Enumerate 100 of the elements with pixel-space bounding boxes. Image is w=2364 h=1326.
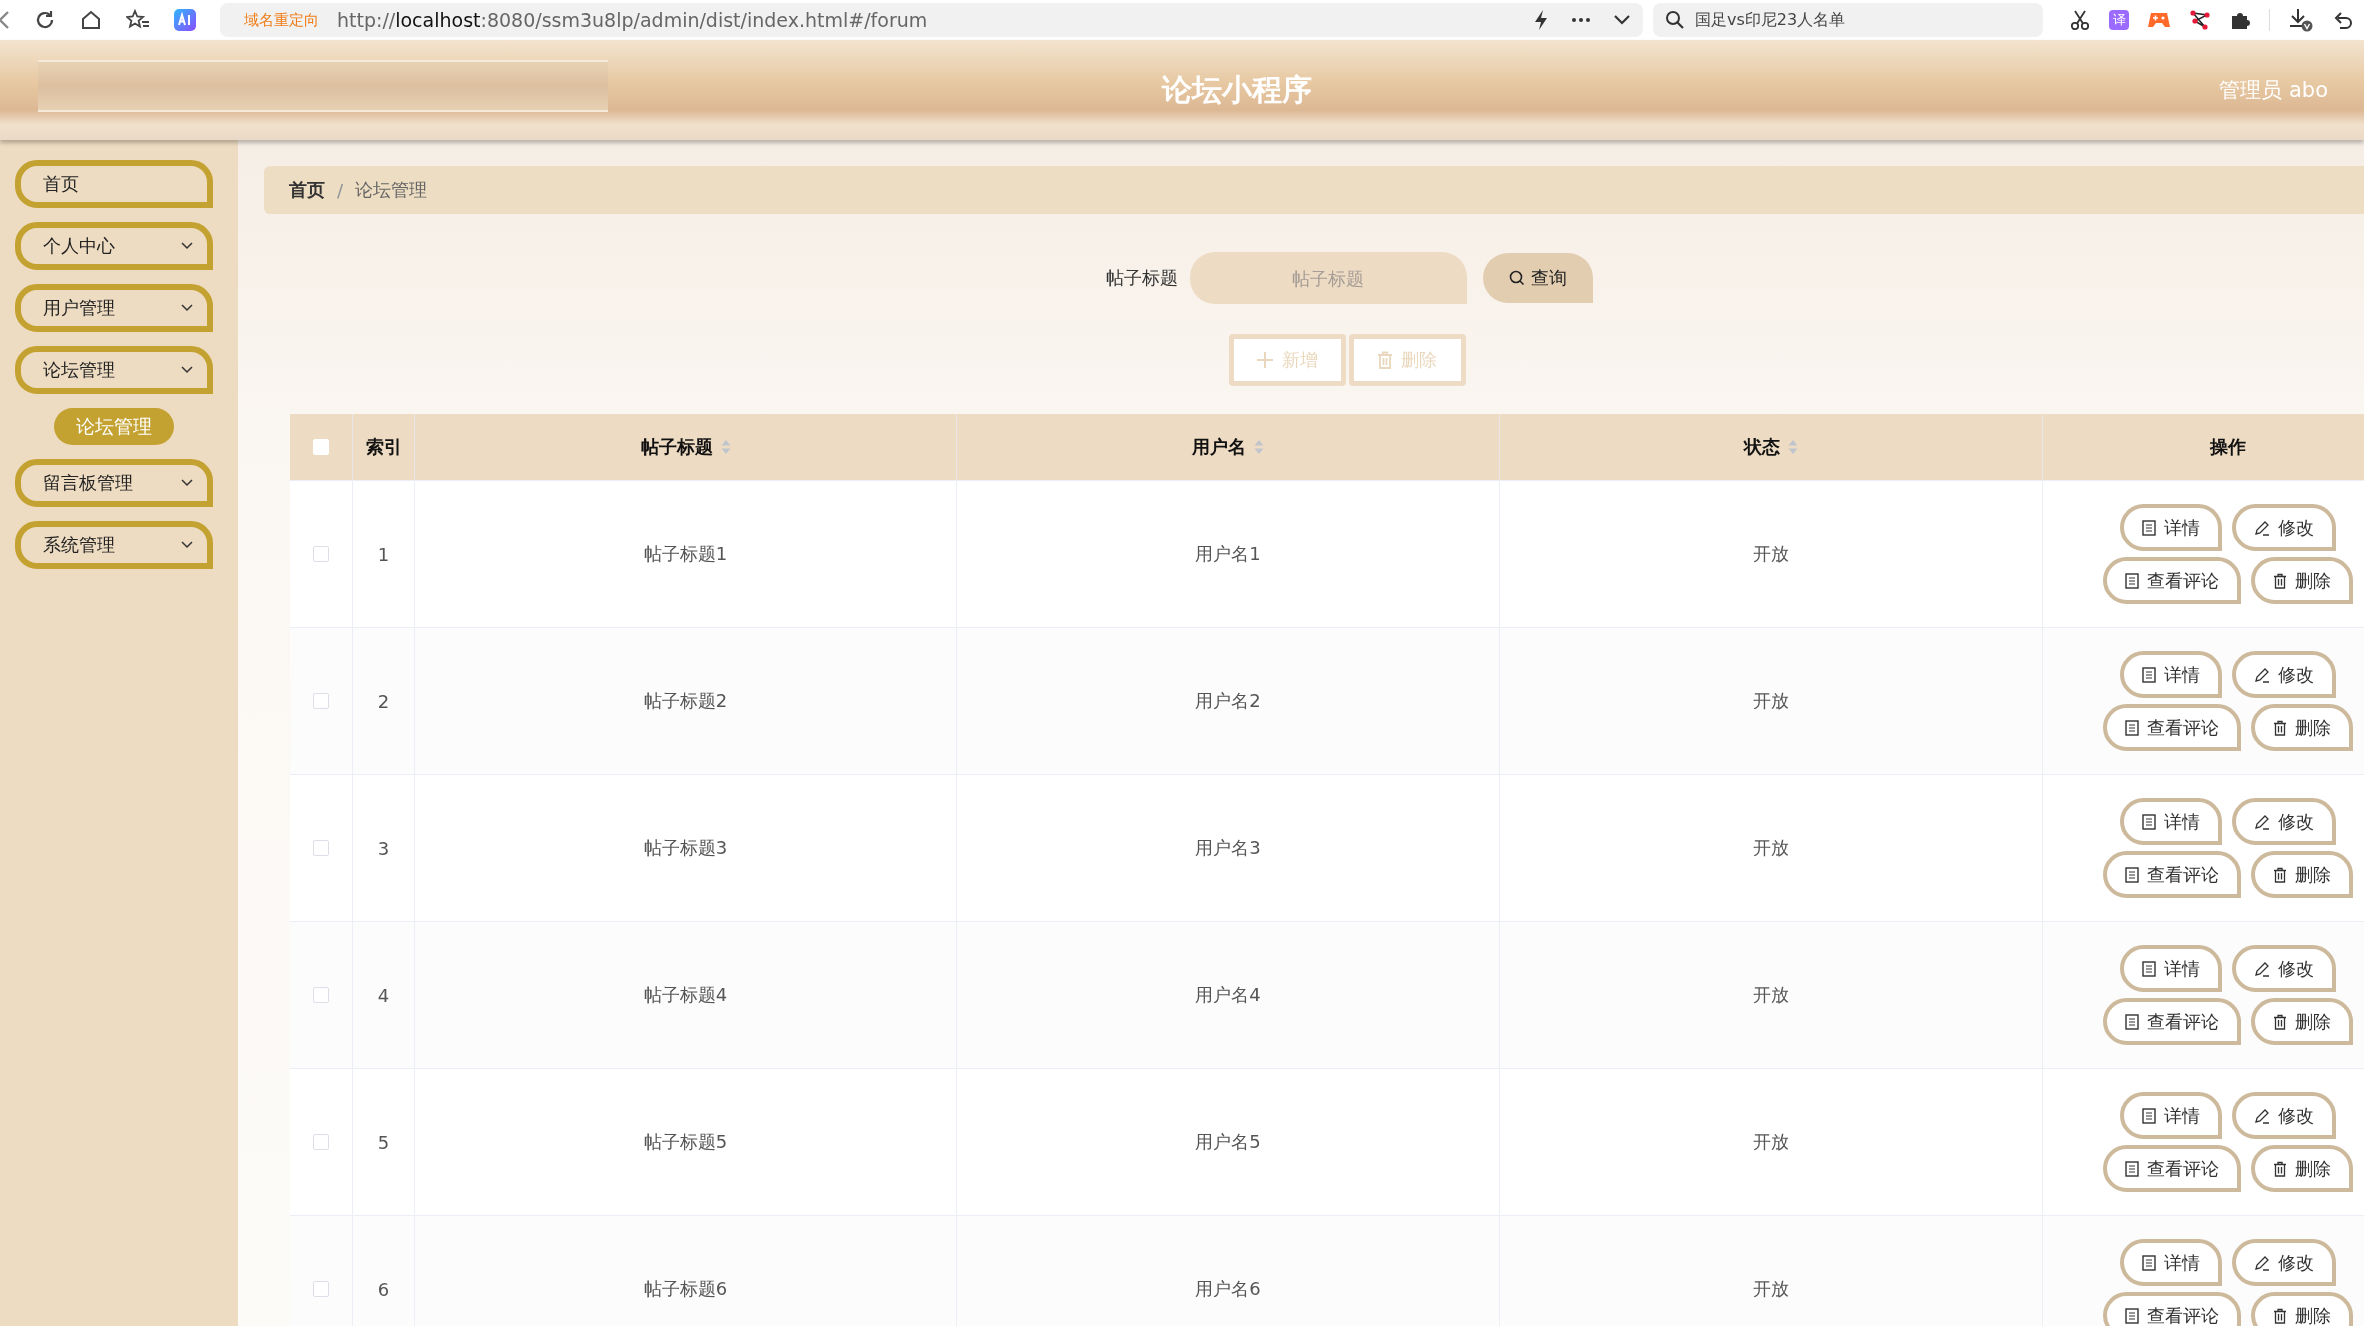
undo-icon[interactable] — [2332, 9, 2354, 31]
network-icon[interactable] — [2189, 9, 2211, 31]
table-cell: 用户名4 — [1195, 983, 1261, 1007]
column-header: 用户名 — [1192, 435, 1246, 459]
table-cell: 开放 — [1753, 689, 1789, 713]
pencil-icon — [2253, 666, 2270, 683]
document-icon — [2141, 666, 2156, 683]
table-cell: 4 — [377, 984, 390, 1006]
redirect-label: 域名重定向 — [244, 10, 319, 30]
table-cell: 开放 — [1753, 1130, 1789, 1154]
breadcrumb-link[interactable]: 首页 — [289, 178, 325, 202]
row-checkbox[interactable] — [313, 987, 329, 1003]
document-icon — [2141, 1107, 2156, 1124]
table-cell: 帖子标题3 — [643, 836, 728, 860]
plus-icon — [1256, 351, 1274, 369]
comments-button[interactable]: 查看评论 — [2102, 998, 2241, 1045]
detail-button[interactable]: 详情 — [2119, 1092, 2222, 1139]
document-icon — [2141, 960, 2156, 977]
comments-button[interactable]: 查看评论 — [2102, 1145, 2241, 1192]
detail-button[interactable]: 详情 — [2119, 945, 2222, 992]
detail-button[interactable]: 详情 — [2119, 651, 2222, 698]
download-icon[interactable] — [2288, 8, 2314, 32]
sidebar-menu-item[interactable]: 首页 — [15, 160, 213, 208]
translate-icon[interactable]: 译 — [2109, 10, 2129, 30]
pencil-icon — [2253, 519, 2270, 536]
delete-button[interactable]: 删除 — [2250, 1145, 2353, 1192]
detail-button[interactable]: 详情 — [2119, 1239, 2222, 1286]
table-cell: 1 — [377, 543, 390, 565]
trash-icon — [2272, 1013, 2287, 1030]
row-checkbox[interactable] — [313, 693, 329, 709]
comments-button[interactable]: 查看评论 — [2102, 851, 2241, 898]
table-cell: 用户名5 — [1195, 1130, 1261, 1154]
trash-icon — [2272, 572, 2287, 589]
edit-button[interactable]: 修改 — [2231, 798, 2336, 845]
lightning-icon[interactable] — [1533, 9, 1549, 31]
edit-button[interactable]: 修改 — [2231, 651, 2336, 698]
search-icon — [1508, 270, 1525, 286]
table-cell: 帖子标题6 — [643, 1277, 728, 1301]
detail-button[interactable]: 详情 — [2119, 504, 2222, 551]
search-label: 帖子标题 — [1105, 266, 1178, 290]
row-checkbox[interactable] — [313, 1281, 329, 1297]
table-cell: 开放 — [1753, 983, 1789, 1007]
detail-button[interactable]: 详情 — [2119, 798, 2222, 845]
row-checkbox[interactable] — [313, 840, 329, 856]
pencil-icon — [2253, 1254, 2270, 1271]
edit-button[interactable]: 修改 — [2231, 1239, 2336, 1286]
document-icon — [2141, 813, 2156, 830]
table-cell: 用户名2 — [1195, 689, 1261, 713]
edit-button[interactable]: 修改 — [2231, 945, 2336, 992]
app-title: 论坛小程序 — [1162, 70, 1312, 109]
scissors-icon[interactable] — [2069, 9, 2091, 31]
column-header: 状态 — [1744, 435, 1780, 459]
column-header: 索引 — [365, 435, 402, 459]
trash-icon — [2272, 1307, 2287, 1324]
sidebar-menu-item[interactable]: 留言板管理 — [15, 459, 213, 507]
title-search-field[interactable]: 帖子标题 — [1189, 252, 1467, 304]
delete-button[interactable]: 删除 — [2250, 851, 2353, 898]
chevron-down-icon[interactable] — [1613, 14, 1631, 26]
table-cell: 帖子标题2 — [643, 689, 728, 713]
reload-icon[interactable] — [34, 9, 56, 31]
document-icon — [2124, 1013, 2139, 1030]
table-cell: 开放 — [1753, 836, 1789, 860]
sidebar-menu-item[interactable]: 用户管理 — [15, 284, 213, 332]
sidebar-menu-item[interactable]: 论坛管理 — [15, 346, 213, 394]
table-cell: 用户名1 — [1195, 542, 1261, 566]
table-cell: 帖子标题1 — [643, 542, 728, 566]
edit-button[interactable]: 修改 — [2231, 504, 2336, 551]
table-cell: 5 — [377, 1131, 390, 1153]
back-icon[interactable] — [0, 9, 10, 31]
select-all-checkbox[interactable] — [313, 439, 329, 455]
trash-icon — [2272, 719, 2287, 736]
delete-button[interactable]: 删除 — [2250, 1292, 2353, 1326]
pencil-icon — [2253, 1107, 2270, 1124]
document-icon — [2141, 519, 2156, 536]
search-icon — [1665, 10, 1685, 30]
document-icon — [2124, 719, 2139, 736]
table-cell: 3 — [377, 837, 390, 859]
document-icon — [2124, 572, 2139, 589]
breadcrumb-link[interactable]: 论坛管理 — [355, 178, 428, 202]
comments-button[interactable]: 查看评论 — [2102, 1292, 2241, 1326]
breadcrumb-separator: / — [337, 179, 344, 201]
comments-button[interactable]: 查看评论 — [2102, 704, 2241, 751]
star-list-icon[interactable] — [126, 9, 150, 31]
delete-button[interactable]: 删除 — [2250, 557, 2353, 604]
browser-search-field[interactable]: 国足vs印尼23人名单 — [1653, 3, 2043, 37]
more-icon[interactable] — [1571, 17, 1591, 23]
query-button[interactable]: 查询 — [1482, 253, 1593, 303]
home-icon[interactable] — [80, 9, 102, 31]
row-checkbox[interactable] — [313, 1134, 329, 1150]
sidebar-menu-item[interactable]: 系统管理 — [15, 521, 213, 569]
document-icon — [2141, 1254, 2156, 1271]
comments-button[interactable]: 查看评论 — [2102, 557, 2241, 604]
sidebar-menu-item[interactable]: 个人中心 — [15, 222, 213, 270]
delete-button[interactable]: 删除 — [2250, 704, 2353, 751]
ai-logo-icon[interactable] — [174, 9, 196, 31]
edit-button[interactable]: 修改 — [2231, 1092, 2336, 1139]
delete-button[interactable]: 删除 — [2250, 998, 2353, 1045]
address-bar[interactable]: 域名重定向 http://localhost:8080/ssm3u8lp/admin/dist/index.html#/forum — [220, 3, 1643, 37]
row-checkbox[interactable] — [313, 546, 329, 562]
table-cell: 2 — [377, 690, 390, 712]
